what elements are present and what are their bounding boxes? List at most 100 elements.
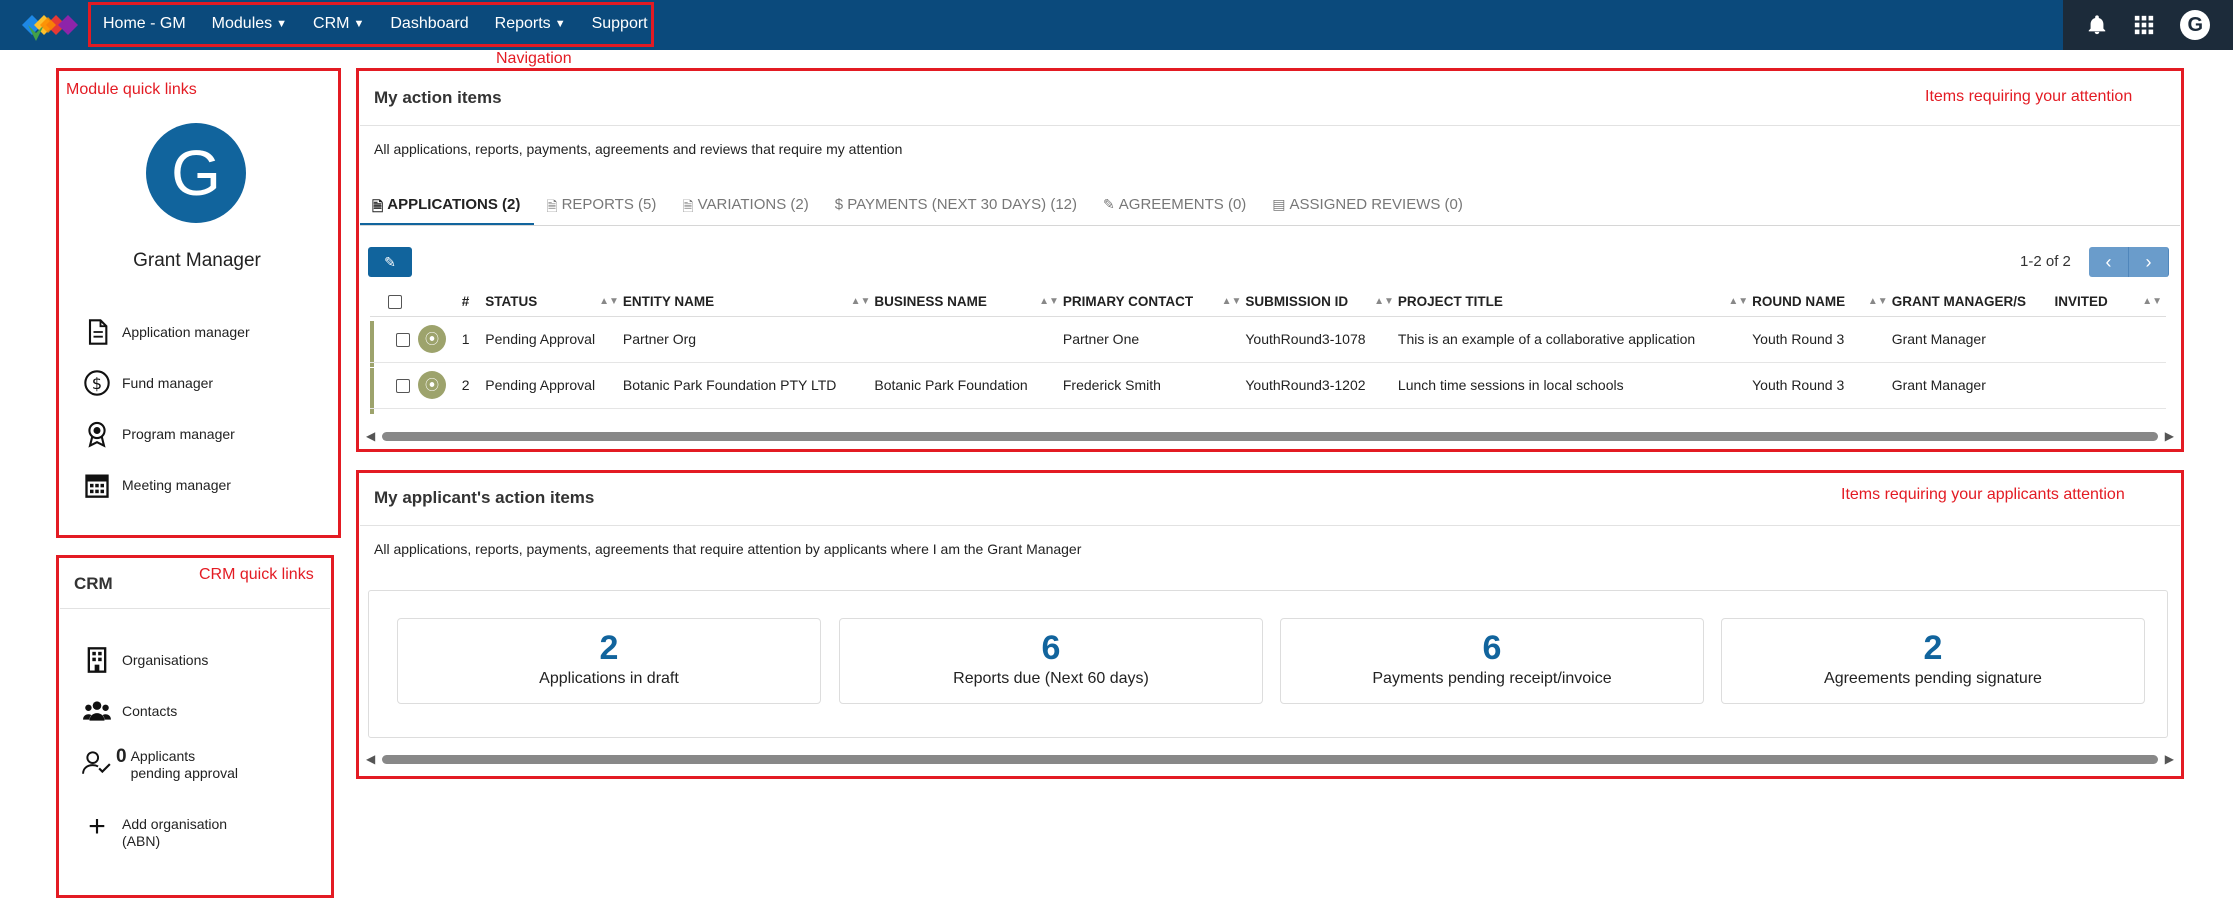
program-manager-link[interactable]: Program manager (82, 420, 235, 448)
stat-label: Agreements pending signature (1824, 670, 2042, 687)
stat-label: Payments pending receipt/invoice (1372, 670, 1612, 687)
col-contact-label: PRIMARY CONTACT (1062, 294, 1194, 310)
navigation-highlight-box (88, 2, 654, 47)
contacts-group-icon (83, 701, 111, 721)
row-icon-cell: ⦿ (418, 316, 462, 363)
scroll-right-icon[interactable]: ▶ (2165, 752, 2174, 766)
bell-icon[interactable] (2086, 14, 2108, 36)
fund-manager-link[interactable]: $ Fund manager (82, 369, 213, 397)
svg-text:$: $ (92, 374, 102, 393)
pager: ‹ › (2089, 247, 2169, 277)
col-manager-label: GRANT MANAGER/S (1891, 294, 2026, 310)
tab-variations-label: VARIATIONS (2) (697, 196, 809, 213)
next-page-button[interactable]: › (2129, 247, 2169, 277)
scrollbar-thumb[interactable] (382, 755, 2158, 764)
col-header-entity[interactable]: ENTITY NAME ▲▼ (622, 288, 875, 317)
table-row[interactable]: ⦿ 1 Pending Approval Partner Org Partner… (370, 316, 2166, 363)
col-num-label: # (461, 294, 470, 310)
stat-card-applications-draft[interactable]: 2 Applications in draft (397, 618, 821, 704)
sort-icon: ▲▼ (850, 296, 871, 307)
col-header-business[interactable]: BUSINESS NAME ▲▼ (874, 288, 1063, 317)
select-all-checkbox[interactable] (388, 295, 402, 310)
row-checkbox[interactable] (396, 333, 410, 348)
cell-entity: Partner Org (622, 316, 875, 363)
bulk-edit-button[interactable]: ✎ (368, 247, 412, 277)
col-header-manager[interactable]: GRANT MANAGER/S (1891, 288, 2055, 317)
application-status-icon[interactable]: ⦿ (418, 325, 446, 353)
cell-contact: Partner One (1062, 316, 1246, 363)
col-round-label: ROUND NAME (1752, 294, 1846, 310)
topbar-actions: G (2063, 0, 2233, 50)
cell-round: Youth Round 3 (1752, 316, 1892, 363)
tab-applications[interactable]: 🗎 APPLICATIONS (2) (360, 190, 535, 226)
col-header-contact[interactable]: PRIMARY CONTACT ▲▼ (1062, 288, 1246, 317)
scroll-left-icon[interactable]: ◀ (366, 429, 375, 443)
module-links-annotation: Module quick links (66, 81, 197, 98)
signature-icon: ✎ (1103, 196, 1115, 212)
add-organisation-link[interactable]: + Add organisation (ABN) (82, 810, 227, 850)
col-business-label: BUSINESS NAME (874, 294, 987, 310)
edit-icon: ✎ (384, 253, 396, 270)
chevron-left-icon: ‹ (2105, 251, 2112, 272)
add-organisation-label: Add organisation (ABN) (122, 816, 227, 850)
action-items-title: My action items (374, 88, 502, 107)
plus-icon: + (88, 810, 106, 843)
calendar-icon (85, 474, 109, 498)
user-avatar[interactable]: G (2180, 10, 2211, 40)
contacts-link[interactable]: Contacts (82, 697, 177, 725)
table-row[interactable]: ⦿ 2 Pending Approval Botanic Park Founda… (370, 362, 2166, 409)
cell-manager: Grant Manager (1891, 316, 2055, 363)
applicants-pending-link[interactable]: 0 Applicants pending approval (82, 746, 238, 782)
applicants-pending-line2: pending approval (130, 765, 238, 781)
organisations-link[interactable]: Organisations (82, 646, 208, 674)
tab-variations[interactable]: 🗎 VARIATIONS (2) (670, 190, 822, 226)
table-horizontal-scrollbar[interactable]: ◀ ▶ (364, 429, 2176, 443)
stat-value: 6 (1041, 629, 1061, 667)
col-header-round[interactable]: ROUND NAME ▲▼ (1752, 288, 1892, 317)
document-icon (88, 319, 108, 345)
col-header-num[interactable]: # (461, 288, 486, 317)
application-manager-link[interactable]: Application manager (82, 318, 250, 346)
action-items-description: All applications, reports, payments, agr… (374, 141, 903, 157)
table-header-row: # STATUS ▲▼ ENTITY NAME ▲▼ BUSINESS NAME ▲▼… (370, 288, 2166, 317)
cell-num: 2 (461, 362, 486, 409)
tab-payments[interactable]: $ PAYMENTS (NEXT 30 DAYS) (12) (823, 190, 1091, 226)
stat-card-payments-pending[interactable]: 6 Payments pending receipt/invoice (1280, 618, 1704, 704)
organisations-label: Organisations (122, 652, 209, 668)
applicants-pending-line1: Applicants (130, 748, 196, 764)
meeting-manager-link[interactable]: Meeting manager (82, 471, 231, 499)
tab-payments-label: $ PAYMENTS (NEXT 30 DAYS) (12) (834, 196, 1078, 213)
col-header-status[interactable]: STATUS ▲▼ (485, 288, 623, 317)
prev-page-button[interactable]: ‹ (2089, 247, 2129, 277)
tab-reports-label: REPORTS (5) (561, 196, 657, 213)
col-header-invited[interactable]: INVITED ▲▼ (2054, 288, 2166, 317)
scrollbar-thumb[interactable] (382, 432, 2158, 441)
app-logo-icon[interactable] (10, 6, 82, 44)
scroll-left-icon[interactable]: ◀ (366, 752, 375, 766)
applicant-items-title: My applicant's action items (374, 488, 595, 507)
stat-card-reports-due[interactable]: 6 Reports due (Next 60 days) (839, 618, 1263, 704)
dollar-circle-icon: $ (84, 370, 110, 396)
apps-grid-icon[interactable] (2133, 14, 2155, 36)
award-icon (88, 421, 106, 448)
building-icon (87, 647, 107, 673)
applicant-items-description: All applications, reports, payments, agr… (374, 541, 1082, 557)
sort-icon: ▲▼ (1374, 296, 1394, 307)
action-items-tabs: 🗎 APPLICATIONS (2) 🗎 REPORTS (5) 🗎 VARIATIO… (360, 190, 1477, 226)
application-status-icon[interactable]: ⦿ (418, 371, 446, 399)
col-header-submission[interactable]: SUBMISSION ID ▲▼ (1245, 288, 1398, 317)
stat-card-agreements-pending[interactable]: 2 Agreements pending signature (1721, 618, 2145, 704)
cell-submission: YouthRound3-1202 (1245, 362, 1398, 409)
scroll-right-icon[interactable]: ▶ (2165, 429, 2174, 443)
col-header-project[interactable]: PROJECT TITLE ▲▼ (1397, 288, 1753, 317)
tab-reports[interactable]: 🗎 REPORTS (5) (534, 190, 670, 226)
tab-agreements[interactable]: ✎ AGREEMENTS (0) (1091, 190, 1260, 226)
stats-horizontal-scrollbar[interactable]: ◀ ▶ (364, 752, 2176, 766)
navigation-annotation: Navigation (496, 50, 572, 67)
program-manager-label: Program manager (122, 426, 235, 442)
row-checkbox[interactable] (396, 379, 410, 394)
tab-assigned-reviews[interactable]: ▤ ASSIGNED REVIEWS (0) (1260, 190, 1477, 226)
sort-icon: ▲▼ (2142, 296, 2162, 307)
cell-invited (2054, 316, 2166, 363)
report-icon: 🗎 (546, 198, 558, 214)
